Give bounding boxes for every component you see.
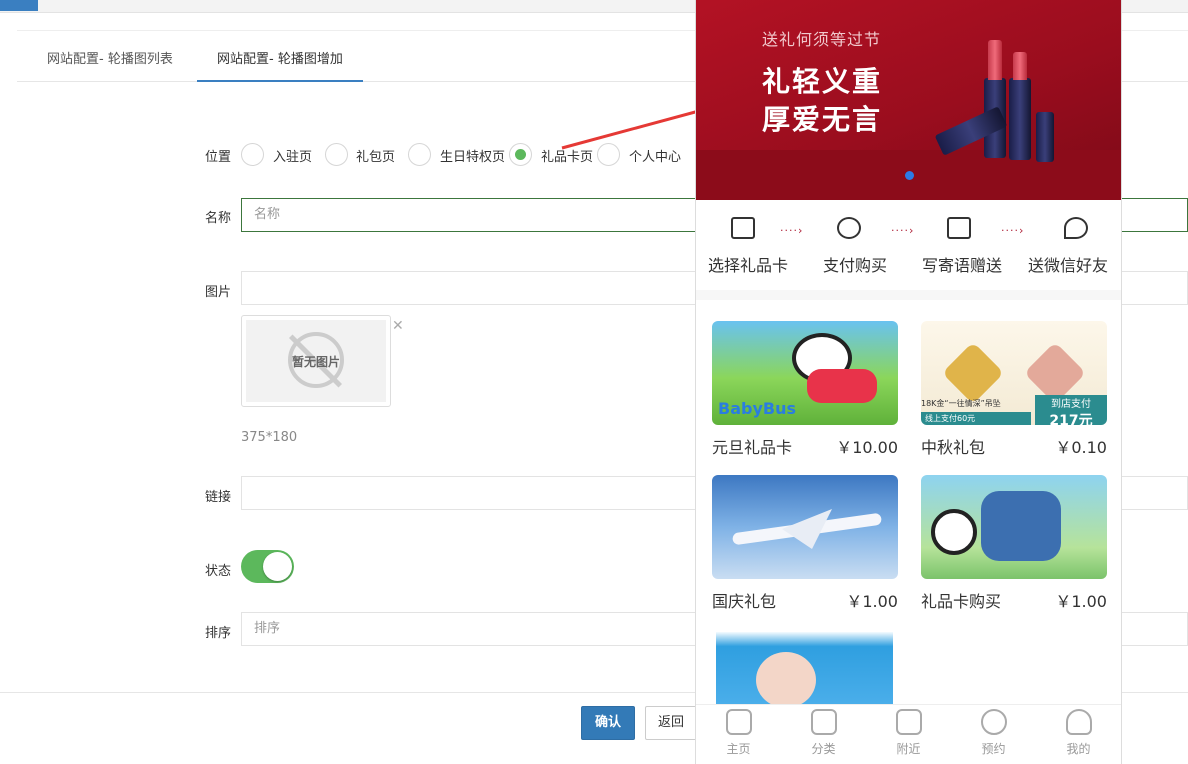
product-image: BabyBus: [712, 321, 898, 425]
tab-banner-list[interactable]: 网站配置- 轮播图列表: [27, 31, 193, 82]
product-card[interactable]: 18K金“一往情深”吊坠 线上支付60元 到店支付 217元 中秋礼包 ￥0.1…: [921, 321, 1107, 457]
status-label: 状态: [205, 564, 232, 579]
store-pay-label: 到店支付: [1051, 399, 1091, 410]
clock-icon: [980, 709, 1007, 735]
tab-booking[interactable]: 预约: [951, 705, 1036, 757]
product-price: ￥0.10: [1055, 438, 1107, 457]
lipstick-image: [1036, 112, 1054, 162]
top-accent: [0, 0, 38, 11]
product-card[interactable]: BabyBus 元旦礼品卡 ￥10.00: [712, 321, 898, 457]
back-button[interactable]: 返回: [645, 706, 700, 740]
mobile-preview: 送礼何须等过节 礼轻义重 厚爱无言 ····› ····› ····› 选择礼品…: [695, 0, 1122, 764]
tab-profile[interactable]: 我的: [1036, 705, 1121, 757]
location-heart-icon: [1064, 217, 1088, 239]
banner-title-line1: 礼轻义重: [762, 65, 883, 98]
product-image: 18K金“一往情深”吊坠 线上支付60元 到店支付 217元: [921, 321, 1107, 425]
product-image: [921, 475, 1107, 579]
radio-label-entry: 入驻页: [273, 150, 313, 165]
lipstick-cap: [1013, 52, 1027, 80]
position-label: 位置: [205, 150, 232, 165]
product-card[interactable]: 国庆礼包 ￥1.00: [712, 475, 898, 611]
product-name: 礼品卡购买: [921, 592, 1002, 611]
product-name: 元旦礼品卡: [712, 438, 793, 457]
link-label: 链接: [205, 490, 232, 505]
image-label: 图片: [205, 285, 232, 300]
page: 网站配置- 轮播图列表 网站配置- 轮播图增加 位置 入驻页 礼包页 生日特权页…: [0, 0, 1188, 764]
step-pay: 支付购买: [823, 256, 888, 275]
banner-subtitle: 送礼何须等过节: [762, 30, 882, 49]
panda-illustration: [931, 509, 977, 555]
letter-icon: [947, 217, 971, 239]
user-icon: [1065, 709, 1092, 735]
product-image: [716, 632, 893, 708]
grid-icon: [810, 709, 837, 735]
store-icon: [895, 709, 922, 735]
money-bag-icon: [837, 217, 861, 239]
radio-position-entry[interactable]: [241, 143, 264, 166]
home-icon: [725, 709, 752, 735]
radio-position-giftcard[interactable]: [509, 143, 532, 166]
tab-profile-label: 我的: [1066, 742, 1091, 756]
toggle-knob: [263, 552, 292, 581]
tab-category-label: 分类: [811, 742, 836, 756]
name-label: 名称: [205, 211, 232, 226]
remove-image-icon[interactable]: ✕: [392, 318, 404, 334]
tab-category[interactable]: 分类: [781, 705, 866, 757]
product-grid: BabyBus 元旦礼品卡 ￥10.00 18K金“一往情深”吊坠 线上支付60…: [696, 300, 1121, 708]
store-pay-badge: 到店支付 217元: [1035, 395, 1107, 425]
product-card[interactable]: 礼品卡购买 ￥1.00: [921, 475, 1107, 611]
status-toggle[interactable]: [241, 550, 294, 583]
image-size-hint: 375*180: [241, 430, 298, 445]
product-price: ￥1.00: [1055, 592, 1107, 611]
product-card[interactable]: [716, 632, 893, 708]
gold-heart-pendant: [941, 341, 1005, 405]
pendant-caption: 18K金“一往情深”吊坠: [921, 399, 1001, 408]
tab-nearby[interactable]: 附近: [866, 705, 951, 757]
car-illustration: [807, 369, 877, 403]
online-pay-badge: 线上支付60元: [921, 412, 1031, 425]
train-illustration: [981, 491, 1061, 561]
step-write-message: 写寄语赠送: [922, 256, 1003, 275]
lipstick-cap: [988, 40, 1002, 80]
tab-nearby-label: 附近: [896, 742, 921, 756]
tab-banner-add[interactable]: 网站配置- 轮播图增加: [197, 31, 363, 82]
tab-home-label: 主页: [726, 742, 751, 756]
product-price: ￥1.00: [846, 592, 898, 611]
brand-logo: BabyBus: [718, 399, 796, 418]
gift-card-icon: [731, 217, 755, 239]
no-image-placeholder: 暂无图片: [246, 320, 386, 402]
step-select-card: 选择礼品卡: [708, 256, 789, 275]
tab-booking-label: 预约: [981, 742, 1006, 756]
step-arrow: ····›: [891, 224, 915, 237]
product-name: 国庆礼包: [712, 592, 777, 611]
image-preview[interactable]: 暂无图片: [241, 315, 391, 407]
lipstick-image: [1009, 78, 1031, 160]
radio-label-birthday: 生日特权页: [440, 150, 506, 165]
bottom-tab-bar: 主页 分类 附近 预约 我的: [696, 704, 1121, 764]
radio-position-giftpack[interactable]: [325, 143, 348, 166]
store-pay-price: 217元: [1049, 413, 1093, 425]
step-arrow: ····›: [1001, 224, 1025, 237]
carousel-banner[interactable]: 送礼何须等过节 礼轻义重 厚爱无言: [696, 0, 1121, 200]
step-send-wechat: 送微信好友: [1028, 256, 1109, 275]
no-image-text: 暂无图片: [291, 355, 340, 369]
radio-position-birthday[interactable]: [408, 143, 431, 166]
radio-label-giftpack: 礼包页: [356, 150, 396, 165]
sort-label: 排序: [205, 626, 232, 641]
carousel-indicator[interactable]: [905, 171, 914, 180]
banner-title-line2: 厚爱无言: [762, 103, 883, 136]
confirm-button[interactable]: 确认: [581, 706, 635, 740]
product-price: ￥10.00: [836, 438, 898, 457]
tab-home[interactable]: 主页: [696, 705, 781, 757]
face-illustration: [756, 652, 816, 708]
gift-steps: ····› ····› ····› 选择礼品卡 支付购买 写寄语赠送 送微信好友: [696, 200, 1121, 290]
product-name: 中秋礼包: [921, 438, 986, 457]
product-image: [712, 475, 898, 579]
step-arrow: ····›: [780, 224, 804, 237]
